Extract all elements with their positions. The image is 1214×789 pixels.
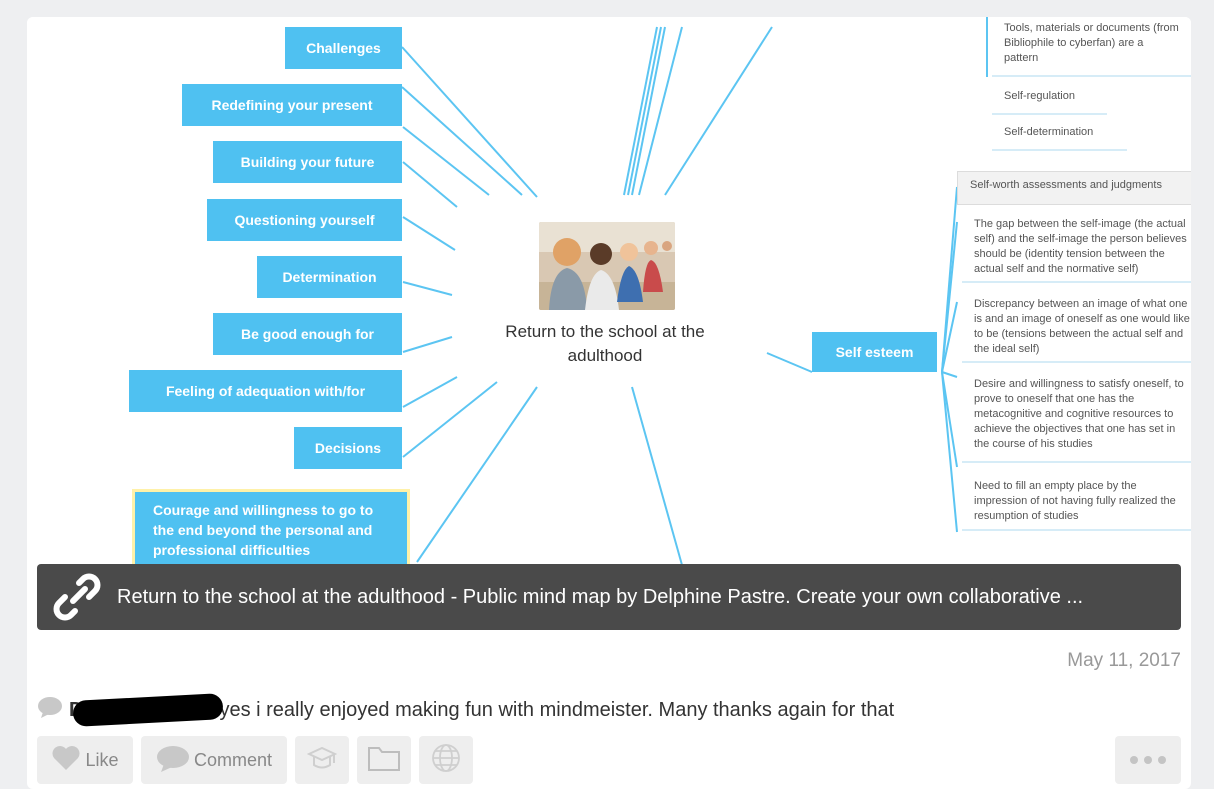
subtopic-self-regulation[interactable]: Self-regulation [992,83,1107,115]
link-preview-text: Return to the school at the adulthood - … [117,585,1084,608]
education-button[interactable] [295,736,349,784]
self-esteem-item-5[interactable]: Need to fill an empty place by the impre… [962,473,1191,531]
like-button[interactable]: Like [37,736,133,784]
comment-button[interactable]: Comment [141,736,287,784]
node-decisions[interactable]: Decisions [294,427,402,469]
subtopic-tools[interactable]: Tools, materials or documents (from Bibl… [992,17,1191,77]
mind-map-preview[interactable]: Challenges Redefining your present Build… [27,17,1191,637]
self-esteem-item-4[interactable]: Desire and willingness to satisfy onesel… [962,371,1191,463]
comment-row: D yes i really enjoyed making fun with m… [37,693,895,727]
folder-icon [367,744,401,777]
node-challenges[interactable]: Challenges [285,27,402,69]
globe-icon [431,743,461,778]
node-questioning-yourself[interactable]: Questioning yourself [207,199,402,241]
self-esteem-item-3[interactable]: Discrepancy between an image of what one… [962,291,1191,363]
link-preview-bar[interactable]: Return to the school at the adulthood - … [37,564,1181,630]
link-icon [37,569,117,625]
more-dot-icon [1144,756,1152,764]
node-redefining-present[interactable]: Redefining your present [182,84,402,126]
post-date: May 11, 2017 [1067,650,1181,671]
central-topic[interactable]: Return to the school at the adulthood [475,320,735,368]
redacted-name [72,693,225,727]
node-self-esteem[interactable]: Self esteem [812,332,937,372]
comment-icon [156,744,190,777]
subtopic-self-determination[interactable]: Self-determination [992,119,1127,151]
comment-label: Comment [193,749,273,770]
comment-bubble-icon [37,696,63,724]
more-dot-icon [1130,756,1138,764]
like-label: Like [85,749,119,770]
classroom-photo-image [539,222,675,310]
post-card: Challenges Redefining your present Build… [27,17,1191,789]
heart-icon [51,745,81,776]
globe-button[interactable] [419,736,473,784]
action-bar: Like Comment [37,736,473,784]
classroom-photo [539,222,675,310]
folder-button[interactable] [357,736,411,784]
self-esteem-item-1[interactable]: Self-worth assessments and judgments [957,171,1191,205]
graduation-cap-icon [306,746,338,775]
more-dot-icon [1158,756,1166,764]
node-determination[interactable]: Determination [257,256,402,298]
comment-text: yes i really enjoyed making fun with min… [219,698,895,721]
node-feeling-adequation[interactable]: Feeling of adequation with/for [129,370,402,412]
node-building-future[interactable]: Building your future [213,141,402,183]
self-esteem-item-2[interactable]: The gap between the self-image (the actu… [962,211,1191,283]
more-options-button[interactable] [1115,736,1181,784]
node-be-good-enough[interactable]: Be good enough for [213,313,402,355]
